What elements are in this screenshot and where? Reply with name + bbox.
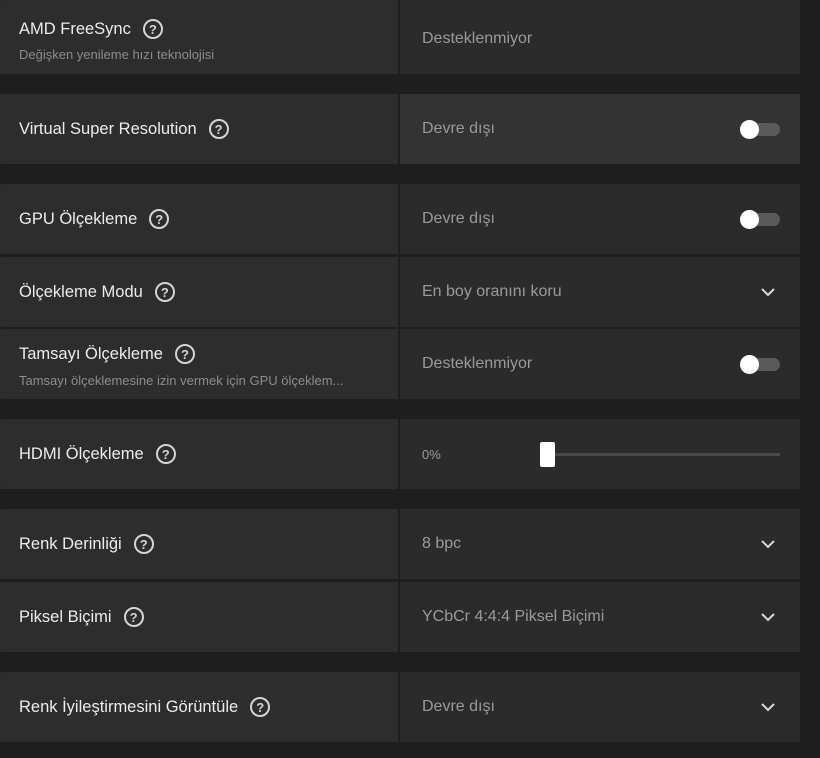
chevron-down-icon [761,613,775,622]
setting-label-cell: AMD FreeSync ? Değişken yenileme hızı te… [0,0,398,74]
setting-row-scaling-mode: Ölçekleme Modu ? En boy oranını koru [0,257,800,327]
setting-value: Desteklenmiyor [422,30,533,47]
slider-value: 0% [422,446,441,462]
scaling-mode-dropdown[interactable]: En boy oranını koru [400,257,800,327]
help-icon[interactable]: ? [142,19,163,39]
setting-row-pixel-format: Piksel Biçimi ? YCbCr 4:4:4 Piksel Biçim… [0,582,800,652]
help-icon[interactable]: ? [154,282,175,302]
setting-title: Virtual Super Resolution [19,119,197,138]
gpu-scaling-toggle[interactable] [740,210,780,229]
setting-title: HDMI Ölçekleme [19,444,144,463]
setting-subtitle: Tamsayı ölçeklemesine izin vermek için G… [19,373,344,388]
pixel-format-dropdown[interactable]: YCbCr 4:4:4 Piksel Biçimi [400,582,800,652]
setting-value-cell: Devre dışı [400,94,800,164]
help-icon[interactable]: ? [250,697,271,717]
setting-label-cell: Renk İyileştirmesini Görüntüle ? [0,672,398,742]
setting-value: YCbCr 4:4:4 Piksel Biçimi [422,608,605,625]
setting-row-hdmi-scaling: HDMI Ölçekleme ? 0% [0,419,800,489]
chevron-down-icon [761,703,775,712]
help-icon[interactable]: ? [123,607,144,627]
setting-label-cell: Tamsayı Ölçekleme ? Tamsayı ölçeklemesin… [0,329,398,399]
color-depth-dropdown[interactable]: 8 bpc [400,509,800,579]
setting-row-amd-freesync: AMD FreeSync ? Değişken yenileme hızı te… [0,0,800,74]
color-enhancement-dropdown[interactable]: Devre dışı [400,672,800,742]
chevron-down-icon [761,288,775,297]
setting-row-gpu-scaling: GPU Ölçekleme ? Devre dışı [0,184,800,254]
toggle-knob [740,355,759,374]
setting-title: Renk Derinliği [19,534,122,553]
setting-value-cell: Devre dışı [400,184,800,254]
setting-row-virtual-super-resolution: Virtual Super Resolution ? Devre dışı [0,94,800,164]
help-icon[interactable]: ? [174,344,195,364]
toggle-knob [740,210,759,229]
setting-title: GPU Ölçekleme [19,209,138,228]
integer-scaling-toggle[interactable] [740,355,780,374]
help-icon[interactable]: ? [155,444,176,464]
help-icon[interactable]: ? [133,534,154,554]
vsr-toggle[interactable] [740,120,780,139]
setting-title: Piksel Biçimi [19,607,112,626]
setting-row-integer-scaling: Tamsayı Ölçekleme ? Tamsayı ölçeklemesin… [0,329,800,399]
setting-value: 8 bpc [422,535,462,552]
help-icon[interactable]: ? [149,209,170,229]
setting-value: Devre dışı [422,210,495,227]
setting-value-cell: Desteklenmiyor [400,0,800,74]
setting-value-cell: 0% [400,419,800,489]
setting-label-cell: HDMI Ölçekleme ? [0,419,398,489]
hdmi-scaling-slider-thumb[interactable] [540,442,555,467]
setting-value: Desteklenmiyor [422,355,533,372]
help-icon[interactable]: ? [208,119,229,139]
setting-row-color-depth: Renk Derinliği ? 8 bpc [0,509,800,579]
toggle-knob [740,120,759,139]
setting-value-cell: Desteklenmiyor [400,329,800,399]
setting-label-cell: Virtual Super Resolution ? [0,94,398,164]
setting-value: Devre dışı [422,698,495,715]
setting-value: En boy oranını koru [422,283,562,300]
setting-label-cell: GPU Ölçekleme ? [0,184,398,254]
setting-subtitle: Değişken yenileme hızı teknolojisi [19,47,215,62]
hdmi-scaling-slider-track[interactable] [547,453,780,456]
setting-value: Devre dışı [422,120,495,137]
setting-title: AMD FreeSync [19,19,131,38]
setting-title: Ölçekleme Modu [19,282,143,301]
setting-row-color-enhancement: Renk İyileştirmesini Görüntüle ? Devre d… [0,672,800,742]
chevron-down-icon [761,540,775,549]
setting-label-cell: Piksel Biçimi ? [0,582,398,652]
setting-title: Tamsayı Ölçekleme [19,344,163,363]
setting-title: Renk İyileştirmesini Görüntüle [19,697,239,716]
setting-label-cell: Renk Derinliği ? [0,509,398,579]
setting-label-cell: Ölçekleme Modu ? [0,257,398,327]
